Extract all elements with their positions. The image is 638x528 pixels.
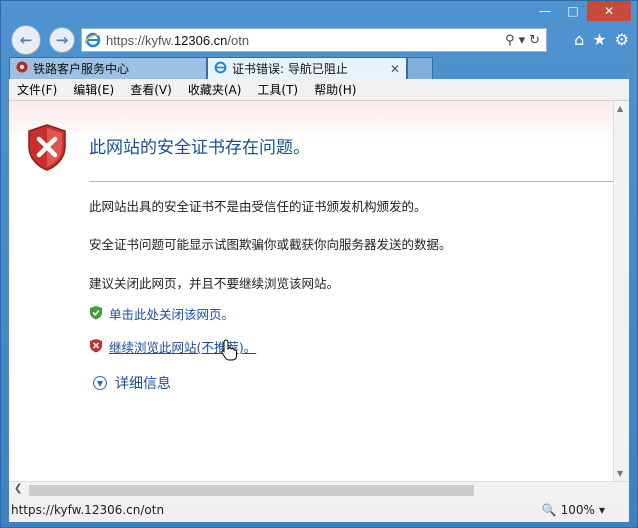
maximize-button[interactable]: □ (559, 1, 587, 21)
forward-button[interactable]: → (49, 27, 75, 53)
menu-favorites[interactable]: 收藏夹(A) (180, 81, 250, 98)
zoom-level: 100% (560, 503, 595, 517)
scroll-down-icon[interactable]: ▼ (617, 469, 623, 478)
settings-gear-icon[interactable]: ⚙ (615, 30, 629, 49)
menu-bar: 文件(F) 编辑(E) 查看(V) 收藏夹(A) 工具(T) 帮助(H) (9, 79, 629, 101)
green-shield-check-icon (89, 305, 103, 323)
refresh-icon[interactable]: ↻ (529, 33, 540, 48)
menu-file[interactable]: 文件(F) (9, 81, 65, 98)
ie-tab-icon (214, 61, 227, 77)
new-tab-button[interactable] (407, 57, 433, 79)
caption-buttons: — □ ✕ (531, 1, 631, 23)
more-info-toggle[interactable]: ▼ 详细信息 (93, 373, 171, 393)
zoom-control[interactable]: 🔍 100% ▾ (542, 503, 605, 517)
menu-tools[interactable]: 工具(T) (249, 81, 306, 98)
menu-view[interactable]: 查看(V) (122, 81, 180, 98)
vertical-scrollbar[interactable]: ▲ ▼ (613, 101, 629, 481)
minimize-button[interactable]: — (531, 1, 559, 21)
close-page-link[interactable]: 单击此处关闭该网页。 (89, 304, 234, 323)
page-title: 此网站的安全证书存在问题。 (89, 138, 310, 158)
tab-strip: 铁路客户服务中心 证书错误: 导航已阻止 ✕ (9, 57, 637, 79)
zoom-dropdown-icon[interactable]: ▾ (599, 503, 605, 517)
horizontal-scroll-thumb[interactable] (29, 485, 474, 496)
address-url: https://kyfw.12306.cn/otn (106, 32, 250, 48)
scroll-up-icon[interactable]: ▲ (617, 104, 623, 113)
tab-label: 证书错误: 导航已阻止 (232, 62, 348, 76)
back-button[interactable]: ← (11, 25, 41, 55)
favorites-star-icon[interactable]: ★ (592, 30, 606, 49)
tab-label: 铁路客户服务中心 (33, 62, 130, 76)
address-bar[interactable]: https://kyfw.12306.cn/otn ⚲ ▾ ↻ (81, 28, 547, 52)
close-window-button[interactable]: ✕ (587, 1, 631, 21)
page-content: 此网站的安全证书存在问题。 此网站出具的安全证书不是由受信任的证书颁发机构颁发的… (9, 101, 629, 481)
search-icon[interactable]: ⚲ (505, 33, 515, 48)
home-icon[interactable]: ⌂ (574, 30, 584, 49)
hand-cursor-icon (221, 339, 237, 365)
tab-certificate-error[interactable]: 证书错误: 导航已阻止 ✕ (207, 57, 407, 79)
ie-icon (82, 29, 104, 51)
dropdown-icon[interactable]: ▾ (519, 33, 526, 48)
menu-edit[interactable]: 编辑(E) (65, 81, 122, 98)
warning-text: 安全证书问题可能显示试图欺骗你或截获你向服务器发送的数据。 (89, 237, 452, 252)
chevron-down-icon: ▼ (93, 376, 107, 390)
more-info-label: 详细信息 (115, 376, 171, 392)
close-tab-icon[interactable]: ✕ (390, 62, 400, 76)
title-divider (89, 181, 613, 182)
menu-help[interactable]: 帮助(H) (306, 81, 364, 98)
error-shield-icon (25, 123, 69, 175)
magnifier-icon: 🔍 (541, 503, 557, 517)
horizontal-scrollbar[interactable]: ❮ (9, 481, 629, 498)
recommendation-text: 建议关闭此网页，并且不要继续浏览该网站。 (89, 276, 340, 291)
railway-logo-icon (16, 61, 28, 76)
navigation-bar: ← → https://kyfw.12306.cn/otn ⚲ ▾ ↻ ⌂ ★ … (1, 23, 637, 57)
close-page-link-text[interactable]: 单击此处关闭该网页。 (109, 304, 234, 323)
description-text: 此网站出具的安全证书不是由受信任的证书颁发机构颁发的。 (89, 199, 427, 214)
status-url: https://kyfw.12306.cn/otn (11, 503, 165, 517)
scroll-left-icon[interactable]: ❮ (14, 483, 22, 494)
red-shield-x-icon (89, 338, 103, 356)
tab-railway-service[interactable]: 铁路客户服务中心 (9, 57, 207, 79)
browser-window: — □ ✕ ← → https://kyfw.12306.cn/otn ⚲ ▾ … (0, 0, 638, 528)
status-bar: https://kyfw.12306.cn/otn 🔍 100% ▾ (9, 498, 629, 522)
